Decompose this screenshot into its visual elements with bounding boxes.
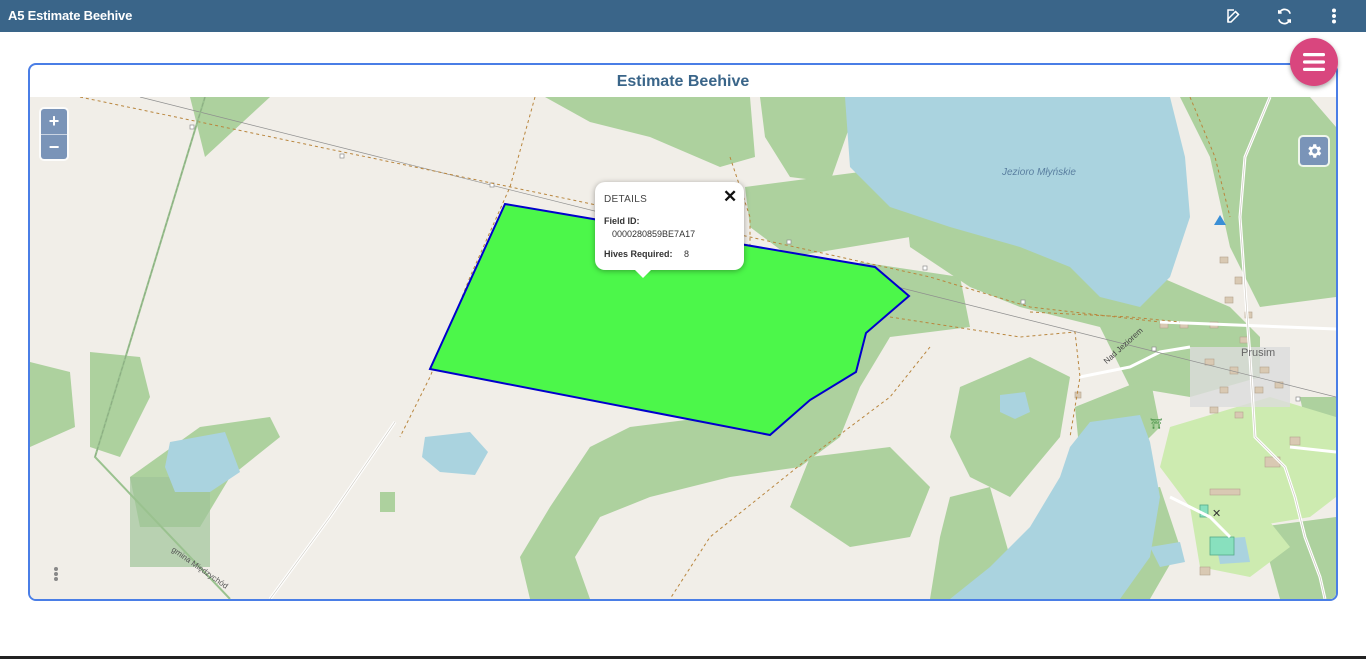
map-view[interactable]: ⛩ ✕ Jezioro Młyńskie Prusim Nad Jeziorem… xyxy=(30,97,1336,599)
estimate-card: Estimate Beehive ⛩ ✕ Jezioro Młyńskie Pr… xyxy=(28,63,1338,601)
town-label: Prusim xyxy=(1241,347,1276,359)
hives-required-value: 8 xyxy=(684,249,690,259)
refresh-button[interactable] xyxy=(1272,4,1296,28)
more-vertical-icon xyxy=(1332,8,1336,24)
map-settings-button[interactable] xyxy=(1300,137,1328,165)
gear-icon xyxy=(1308,144,1322,158)
popup-header: DETAILS xyxy=(604,194,648,205)
refresh-icon xyxy=(1277,8,1291,24)
zoom-in-button[interactable]: + xyxy=(41,109,67,134)
more-options-button[interactable] xyxy=(1322,4,1346,28)
svg-text:⛩: ⛩ xyxy=(1150,418,1163,430)
edit-button[interactable] xyxy=(1222,4,1246,28)
field-id-label: Field ID: xyxy=(604,216,640,226)
app-title: A5 Estimate Beehive xyxy=(8,8,133,23)
field-id-value: 0000280859BE7A17 xyxy=(612,229,696,239)
app-header: A5 Estimate Beehive xyxy=(0,0,1366,32)
popup-close-button[interactable]: ✕ xyxy=(723,188,737,205)
map-base-layer: ⛩ ✕ xyxy=(30,97,1336,599)
edit-icon xyxy=(1227,9,1240,23)
menu-fab-button[interactable] xyxy=(1290,38,1338,86)
hives-required-label: Hives Required: xyxy=(604,249,673,259)
details-popup: DETAILS ✕ Field ID: 0000280859BE7A17 Hiv… xyxy=(595,182,744,278)
svg-text:✕: ✕ xyxy=(1212,507,1221,520)
lake-label: Jezioro Młyńskie xyxy=(1002,167,1076,178)
zoom-control: + − xyxy=(41,109,67,159)
card-title: Estimate Beehive xyxy=(616,73,750,90)
hamburger-menu-icon xyxy=(1303,53,1325,71)
zoom-out-button[interactable]: − xyxy=(41,134,67,159)
map-options-handle[interactable] xyxy=(54,567,60,582)
